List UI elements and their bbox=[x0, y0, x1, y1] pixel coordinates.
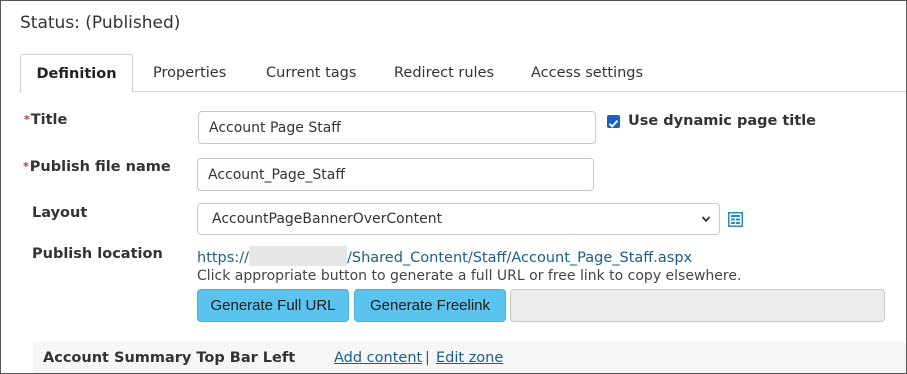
zone-title: Account Summary Top Bar Left bbox=[43, 350, 296, 366]
url-path: /Shared_Content/Staff/Account_Page_Staff… bbox=[346, 250, 693, 266]
tab-properties[interactable]: Properties bbox=[153, 54, 226, 92]
layout-grid-icon[interactable] bbox=[728, 212, 743, 227]
chevron-down-icon bbox=[701, 216, 711, 223]
generate-freelink-button[interactable]: Generate Freelink bbox=[354, 289, 506, 322]
tab-access-settings[interactable]: Access settings bbox=[531, 54, 643, 92]
publish-file-label: *Publish file name bbox=[23, 159, 171, 175]
publish-file-label-text: Publish file name bbox=[29, 159, 171, 175]
generate-hint: Click appropriate button to generate a f… bbox=[197, 268, 742, 284]
checkmark-icon bbox=[608, 119, 619, 128]
url-prefix: https:// bbox=[197, 250, 249, 266]
publish-file-input[interactable] bbox=[197, 158, 594, 191]
page-status: Status: (Published) bbox=[20, 13, 181, 33]
tab-redirect-rules[interactable]: Redirect rules bbox=[394, 54, 494, 92]
edit-zone-link[interactable]: Edit zone bbox=[436, 350, 503, 366]
generate-full-url-button[interactable]: Generate Full URL bbox=[197, 289, 349, 322]
required-marker: * bbox=[24, 113, 30, 126]
tab-current-tags[interactable]: Current tags bbox=[266, 54, 356, 92]
title-label: *Title bbox=[24, 112, 67, 128]
tab-definition[interactable]: Definition bbox=[20, 54, 133, 93]
redacted-host bbox=[248, 246, 347, 266]
title-label-text: Title bbox=[30, 112, 68, 128]
required-marker: * bbox=[23, 160, 29, 173]
publish-location-label: Publish location bbox=[32, 246, 163, 262]
title-input[interactable] bbox=[198, 111, 596, 144]
link-separator: | bbox=[425, 350, 430, 366]
content-panel: Status: (Published) Definition Propertie… bbox=[0, 0, 907, 374]
publish-url-link[interactable]: https:// /Shared_Content/Staff/Account_Pa… bbox=[197, 246, 692, 266]
add-content-link[interactable]: Add content bbox=[334, 350, 422, 366]
layout-select[interactable]: AccountPageBannerOverContent bbox=[197, 203, 720, 235]
dynamic-title-checkbox[interactable] bbox=[607, 115, 620, 128]
dynamic-title-label: Use dynamic page title bbox=[628, 113, 817, 129]
generated-link-field[interactable] bbox=[510, 289, 885, 322]
layout-select-value: AccountPageBannerOverContent bbox=[212, 211, 443, 227]
layout-label: Layout bbox=[32, 205, 88, 221]
